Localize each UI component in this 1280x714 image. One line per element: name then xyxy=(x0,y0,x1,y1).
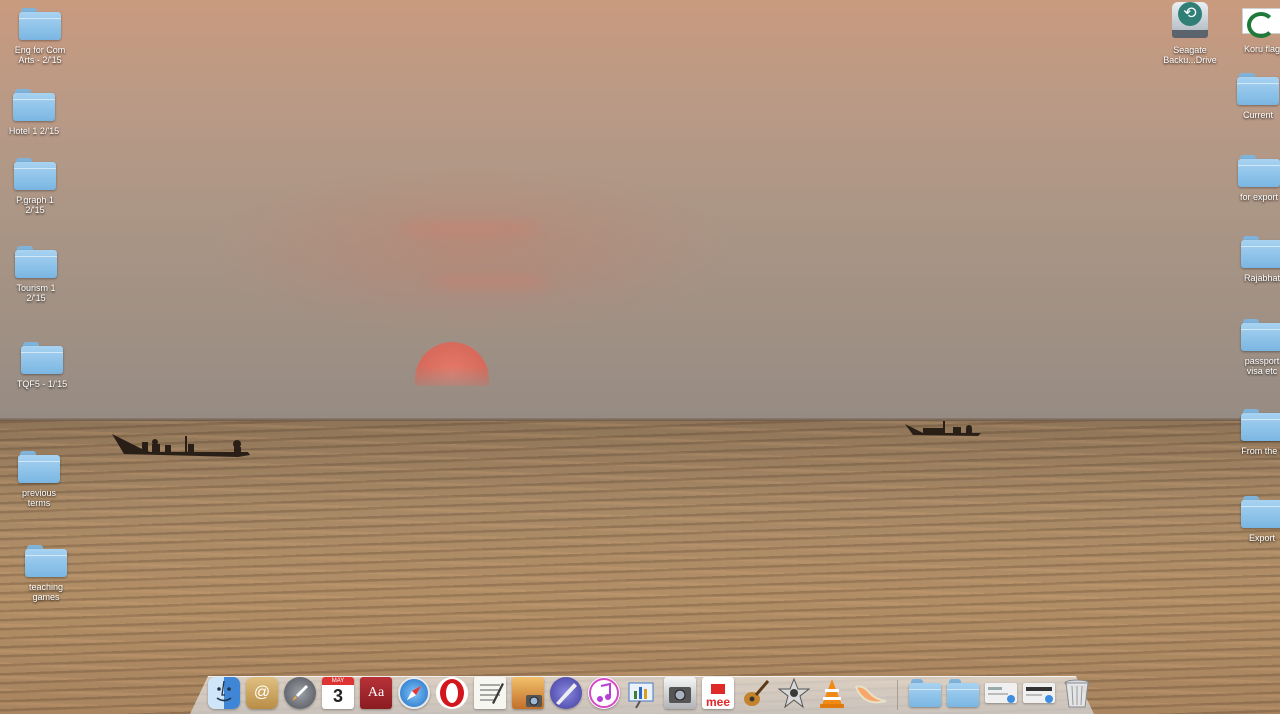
keynote-icon xyxy=(626,677,658,709)
imovie-icon xyxy=(777,677,811,709)
contacts-icon: @ xyxy=(246,677,278,709)
dock-stack-2[interactable] xyxy=(1022,676,1056,710)
folder-icon xyxy=(21,342,63,374)
opera-icon xyxy=(436,677,468,709)
dock-item-finder[interactable] xyxy=(207,676,241,710)
dock-item-keynote[interactable] xyxy=(625,676,659,710)
dock-item-image-capture[interactable] xyxy=(663,676,697,710)
folder-icon xyxy=(1241,409,1280,441)
wallpaper-sun xyxy=(415,342,489,386)
dock-folder-1-icon xyxy=(909,679,941,707)
folder-icon xyxy=(1241,319,1280,351)
folder-icon xyxy=(15,246,57,278)
koru-image-icon xyxy=(1242,8,1280,38)
icon-label: Current xyxy=(1242,110,1273,120)
icon-label: Eng for Com Arts - 2/'15 xyxy=(14,45,66,65)
brush-app-icon xyxy=(550,677,582,709)
wallpaper-cloud xyxy=(400,222,540,236)
dock: @ MAY 3 Aa mee xyxy=(205,666,1096,710)
file-koru-flag[interactable]: Koru flag xyxy=(1226,8,1280,54)
calendar-icon: MAY 3 xyxy=(322,677,354,709)
folder-icon xyxy=(13,89,55,121)
time-machine-drive-icon: ⟲ xyxy=(1170,2,1210,40)
icon-label: passport visa etc xyxy=(1244,356,1280,376)
finder-icon xyxy=(208,677,240,709)
launchpad-icon xyxy=(284,677,316,709)
vlc-icon xyxy=(816,677,848,709)
folder-icon xyxy=(25,545,67,577)
folder-current[interactable]: Current xyxy=(1222,73,1280,120)
folder-icon xyxy=(19,8,61,40)
folder-icon xyxy=(18,451,60,483)
dock-item-iphoto[interactable] xyxy=(511,676,545,710)
folder-icon xyxy=(1241,496,1280,528)
folder-icon xyxy=(1241,236,1280,268)
iphoto-icon xyxy=(512,677,544,709)
folder-tqf5[interactable]: TQF5 - 1/'15 xyxy=(6,342,78,389)
dictionary-icon: Aa xyxy=(360,677,392,709)
folder-teaching-games[interactable]: teaching games xyxy=(10,545,82,602)
dock-item-mee[interactable]: mee xyxy=(701,676,735,710)
icon-label: Tourism 1 2/'15 xyxy=(16,283,56,303)
icon-label: Seagate Backu...Drive xyxy=(1163,45,1217,65)
dock-stack-2-icon xyxy=(1023,683,1055,703)
folder-for-export[interactable]: for export xyxy=(1223,155,1280,202)
wallpaper-sky xyxy=(0,0,1280,420)
dock-item-opera[interactable] xyxy=(435,676,469,710)
icon-label: Koru flag xyxy=(1243,44,1280,54)
folder-from-the[interactable]: From the r xyxy=(1226,409,1280,456)
folder-previous-terms[interactable]: previous terms xyxy=(3,451,75,508)
icon-label: Hotel 1 2/'15 xyxy=(8,126,60,136)
icon-label: TQF5 - 1/'15 xyxy=(16,379,68,389)
folder-pgraph-1[interactable]: P.graph 1 2/'15 xyxy=(0,158,71,215)
dock-folder-2-icon xyxy=(947,679,979,707)
dock-stack-1[interactable] xyxy=(984,676,1018,710)
wallpaper-cloud xyxy=(430,276,550,288)
drive-seagate[interactable]: ⟲ Seagate Backu...Drive xyxy=(1154,2,1226,65)
folder-tourism-1[interactable]: Tourism 1 2/'15 xyxy=(0,246,72,303)
folder-icon xyxy=(1237,73,1279,105)
dock-item-launchpad[interactable] xyxy=(283,676,317,710)
textedit-icon xyxy=(474,677,506,709)
folder-eng-for-com-arts[interactable]: Eng for Com Arts - 2/'15 xyxy=(4,8,76,65)
itunes-icon xyxy=(588,677,620,709)
icon-label: Rajabhat xyxy=(1243,273,1280,283)
folder-rajabhat[interactable]: Rajabhat xyxy=(1226,236,1280,283)
dock-item-contacts[interactable]: @ xyxy=(245,676,279,710)
safari-icon xyxy=(398,677,430,709)
dock-item-textedit[interactable] xyxy=(473,676,507,710)
trash-icon xyxy=(1061,677,1093,709)
dock-item-itunes[interactable] xyxy=(587,676,621,710)
folder-passport-visa[interactable]: passport visa etc xyxy=(1226,319,1280,376)
dock-item-calendar[interactable]: MAY 3 xyxy=(321,676,355,710)
dock-trash[interactable] xyxy=(1060,676,1094,710)
dock-stack-1-icon xyxy=(985,683,1017,703)
dock-item-dictionary[interactable]: Aa xyxy=(359,676,393,710)
garageband-icon xyxy=(740,677,772,709)
dock-item-imovie[interactable] xyxy=(777,676,811,710)
folder-hotel-1[interactable]: Hotel 1 2/'15 xyxy=(0,89,70,136)
folder-export[interactable]: Export xyxy=(1226,496,1280,543)
icon-label: P.graph 1 2/'15 xyxy=(16,195,54,215)
dock-folder-1[interactable] xyxy=(908,676,942,710)
dock-folder-2[interactable] xyxy=(946,676,980,710)
folder-icon xyxy=(14,158,56,190)
mee-app-icon: mee xyxy=(702,677,734,709)
dock-item-safari[interactable] xyxy=(397,676,431,710)
folder-icon xyxy=(1238,155,1280,187)
icon-label: teaching games xyxy=(28,582,64,602)
image-capture-icon xyxy=(664,677,696,709)
icon-label: for export xyxy=(1239,192,1279,202)
melon-app-icon xyxy=(854,677,887,709)
wallpaper-boat-right xyxy=(905,421,981,436)
dock-item-garageband[interactable] xyxy=(739,676,773,710)
dock-item-vlc[interactable] xyxy=(815,676,849,710)
dock-item-melon[interactable] xyxy=(853,676,887,710)
dock-item-brush-app[interactable] xyxy=(549,676,583,710)
icon-label: Export xyxy=(1248,533,1275,543)
icon-label: From the r xyxy=(1241,446,1280,456)
dock-separator xyxy=(897,680,898,710)
icon-label: previous terms xyxy=(21,488,57,508)
wallpaper-boat-left xyxy=(112,434,250,457)
